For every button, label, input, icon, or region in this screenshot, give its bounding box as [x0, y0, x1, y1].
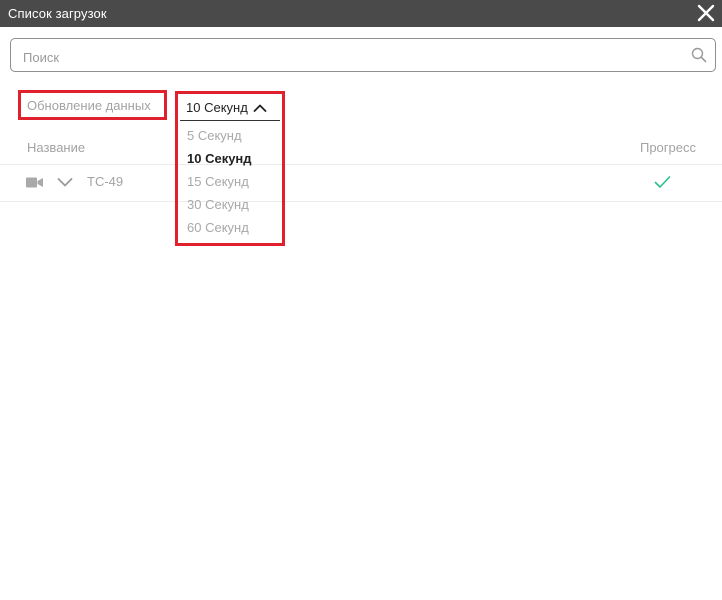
selected-interval: 10 Секунд — [186, 100, 248, 115]
camera-icon — [26, 177, 43, 188]
column-name-header: Название — [27, 140, 86, 155]
chevron-up-icon — [253, 104, 267, 112]
search-box — [10, 38, 716, 72]
window-titlebar: Список загрузок — [0, 0, 722, 27]
interval-option-60[interactable]: 60 Секунд — [180, 216, 280, 239]
chevron-down-icon[interactable] — [57, 176, 73, 188]
table-row[interactable]: TC-49 — [0, 165, 722, 202]
search-input[interactable] — [21, 47, 685, 67]
row-name: TC-49 — [87, 174, 124, 189]
refresh-interval-select[interactable]: 10 Секунд — [180, 95, 280, 121]
interval-option-5[interactable]: 5 Секунд — [180, 124, 280, 147]
interval-options-list: 5 Секунд 10 Секунд 15 Секунд 30 Секунд 6… — [180, 124, 280, 239]
checkmark-icon — [654, 176, 671, 188]
interval-option-10[interactable]: 10 Секунд — [180, 147, 280, 170]
interval-option-15[interactable]: 15 Секунд — [180, 170, 280, 193]
window-title: Список загрузок — [8, 6, 107, 21]
interval-option-30[interactable]: 30 Секунд — [180, 193, 280, 216]
search-icon[interactable] — [691, 47, 707, 63]
refresh-interval-label: Обновление данных — [27, 98, 151, 113]
table-header: Название Прогресс — [0, 132, 722, 165]
column-progress-header: Прогресс — [639, 140, 696, 155]
close-icon[interactable] — [696, 3, 716, 23]
